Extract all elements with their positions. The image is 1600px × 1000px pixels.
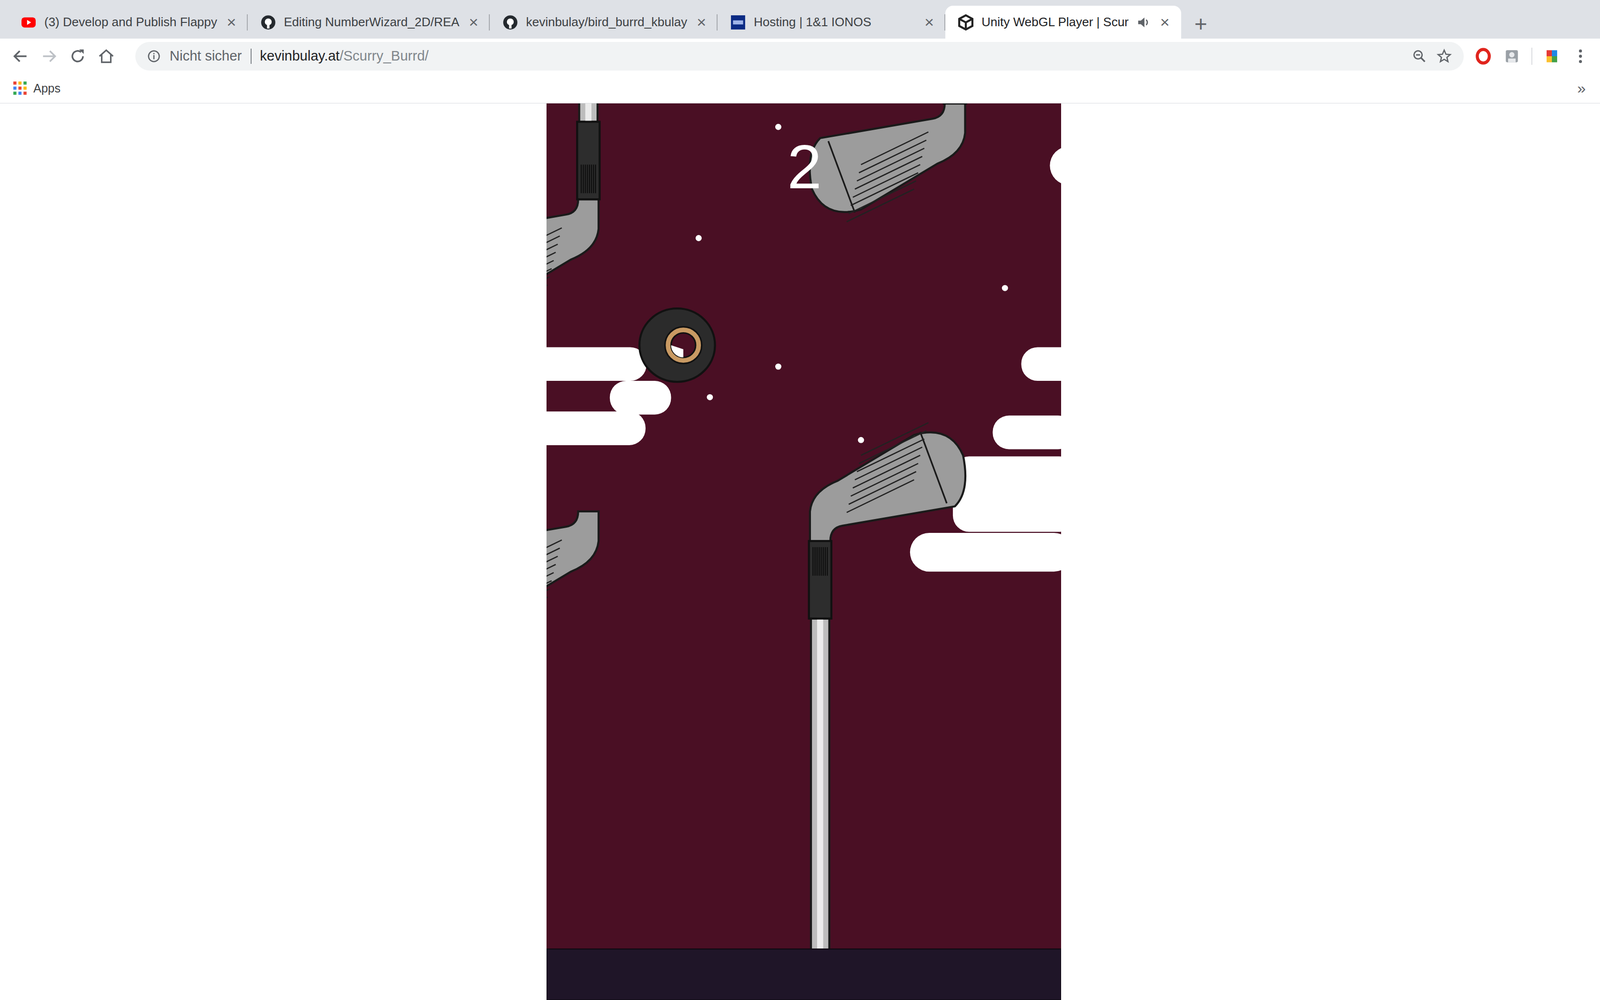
youtube-icon [20,14,37,31]
tab-close-button[interactable]: × [922,12,936,32]
browser-tab[interactable]: Unity WebGL Player | Scur × [945,5,1182,39]
bookmarks-bar: Apps » [0,73,1600,104]
browser-tab[interactable]: kevinbulay/bird_burrd_kbulay × [489,5,718,39]
menu-icon[interactable] [1571,47,1590,66]
star-icon[interactable] [1436,48,1453,65]
golf-club-obstacle [809,103,966,222]
bookmark-item[interactable]: Apps [13,81,61,96]
opera-extension-icon[interactable] [1474,47,1493,66]
forward-arrow-icon[interactable] [40,47,59,66]
tab-close-button[interactable]: × [466,12,481,32]
tab-title: Unity WebGL Player | Scur [981,14,1129,30]
extension-icon[interactable] [1502,47,1521,66]
game-scene [546,103,1062,1000]
tape-roll-player [639,308,716,382]
score: 2 [787,132,822,202]
golf-club-obstacle [546,103,600,318]
github-icon [502,14,519,31]
star-dot [775,363,782,370]
home-icon[interactable] [97,47,116,66]
golf-club-obstacle [808,422,965,1000]
address-bar[interactable]: Nicht sicher kevinbulay.at/Scurry_Burrd/ [135,41,1464,71]
url[interactable]: kevinbulay.at/Scurry_Burrd/ [260,48,429,64]
profile-icon[interactable] [1542,47,1561,66]
browser-tab[interactable]: Editing NumberWizard_2D/REA × [247,5,490,39]
reload-icon[interactable] [68,47,87,66]
zoom-icon[interactable] [1411,48,1428,65]
tab-title: kevinbulay/bird_burrd_kbulay [526,14,688,30]
browser-window: (3) Develop and Publish Flappy × Editing… [0,0,1600,1000]
new-tab-button[interactable]: + [1194,12,1208,35]
tab-close-button[interactable]: × [694,12,709,32]
unity-icon [957,14,974,31]
github-icon [260,14,277,31]
star-dot [1001,284,1008,292]
ionos-icon [729,14,747,31]
bookmarks-overflow-button[interactable]: » [1577,79,1586,98]
ground [546,948,1062,1000]
browser-tab[interactable]: Hosting | 1&1 IONOS × [717,5,946,39]
toolbar: Nicht sicher kevinbulay.at/Scurry_Burrd/ [0,38,1600,74]
info-icon[interactable] [146,49,162,64]
security-label[interactable]: Nicht sicher [169,48,243,64]
separator [1531,47,1533,65]
star-dot [857,436,864,444]
page-content: 2 [0,103,1600,1000]
separator [250,48,252,64]
tab-title: (3) Develop and Publish Flappy [44,14,218,30]
star-dot [706,394,713,401]
golf-club-obstacle [546,511,599,630]
tab-strip: (3) Develop and Publish Flappy × Editing… [0,0,1600,39]
apps-grid-icon [13,81,27,95]
tab-close-button[interactable]: × [1158,12,1172,32]
tab-close-button[interactable]: × [224,12,239,32]
tab-title: Hosting | 1&1 IONOS [753,14,915,30]
back-arrow-icon[interactable] [11,47,30,66]
speaker-icon[interactable] [1136,15,1151,30]
game-canvas[interactable]: 2 [546,103,1062,1000]
star-dot [695,234,702,242]
tab-title: Editing NumberWizard_2D/REA [283,14,460,30]
star-dot [775,123,782,131]
browser-tab[interactable]: (3) Develop and Publish Flappy × [8,5,248,39]
